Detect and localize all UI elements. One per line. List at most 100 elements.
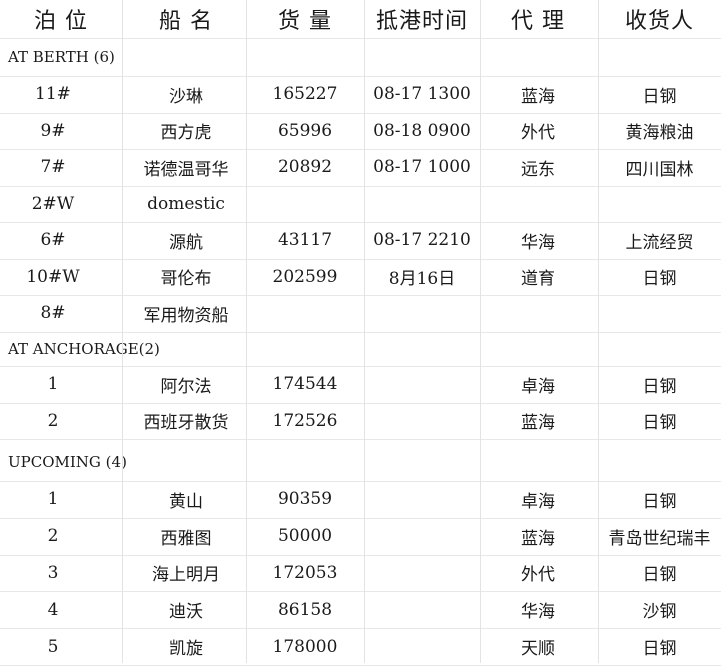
column-divider xyxy=(246,0,247,663)
cell-vessel: 凯旋 xyxy=(169,639,203,660)
row-divider xyxy=(0,259,721,260)
cell-vessel: 黄山 xyxy=(169,491,203,512)
row-divider xyxy=(0,628,721,629)
cell-eta: 08-17 1300 xyxy=(373,84,471,105)
header-row: 泊 位 船 名 货 量 抵港时间 代 理 收货人 xyxy=(0,0,721,38)
cell-vessel: 西班牙散货 xyxy=(143,413,229,434)
cell-vessel: 诺德温哥华 xyxy=(143,159,229,180)
cell-agent: 蓝海 xyxy=(521,86,555,107)
cell-vessel: 迪沃 xyxy=(169,602,203,623)
cell-consignee: 日钢 xyxy=(642,565,677,586)
cell-agent: 外代 xyxy=(521,565,555,586)
cell-eta xyxy=(364,628,480,665)
cell-vessel: 军用物资船 xyxy=(143,305,229,326)
cell-berth: 9# xyxy=(40,120,66,141)
table-row: 7# 诺德温哥华 20892 08-17 1000 远东 四川国林 xyxy=(0,149,721,186)
header-vessel: 船 名 xyxy=(159,9,213,34)
cell-agent: 卓海 xyxy=(521,376,555,397)
table-row: 5 凯旋 178000 天顺 日钢 xyxy=(0,628,721,665)
cell-berth: 3 xyxy=(47,562,59,583)
cell-agent: 外代 xyxy=(521,123,555,144)
cell-cargo: 65996 xyxy=(277,120,333,141)
cell-consignee xyxy=(598,186,721,223)
cell-vessel: 源航 xyxy=(169,232,203,253)
cell-berth: 1 xyxy=(47,374,59,395)
cell-eta xyxy=(364,481,480,518)
section-title-row: AT BERTH (6) xyxy=(0,38,721,76)
cell-consignee: 日钢 xyxy=(642,491,677,512)
cell-vessel: 阿尔法 xyxy=(160,376,212,397)
cell-agent: 卓海 xyxy=(521,491,555,512)
cell-vessel: 西方虎 xyxy=(160,123,212,144)
cell-consignee: 沙钢 xyxy=(642,602,677,623)
cell-agent xyxy=(480,186,596,223)
cell-agent: 远东 xyxy=(521,159,555,180)
table-row: 2#W domestic xyxy=(0,186,721,223)
cell-consignee: 四川国林 xyxy=(625,159,694,180)
table-row: 10#W 哥伦布 202599 8月16日 道育 日钢 xyxy=(0,259,721,296)
cell-cargo: 165227 xyxy=(272,84,338,105)
row-divider xyxy=(0,403,721,404)
table-row: 1 阿尔法 174544 卓海 日钢 xyxy=(0,366,721,403)
cell-eta: 08-18 0900 xyxy=(373,120,471,141)
table-row: 4 迪沃 86158 华海 沙钢 xyxy=(0,591,721,628)
row-divider xyxy=(0,38,721,39)
row-divider xyxy=(0,518,721,519)
section-title-row: UPCOMING (4) xyxy=(0,443,721,481)
column-divider xyxy=(364,0,365,663)
cell-cargo xyxy=(246,295,364,332)
cell-cargo: 20892 xyxy=(277,157,333,178)
cell-agent: 蓝海 xyxy=(521,413,555,434)
cell-consignee xyxy=(598,295,721,332)
header-consignee: 收货人 xyxy=(624,9,694,34)
cell-agent: 天顺 xyxy=(521,639,555,660)
section-title: AT ANCHORAGE(2) xyxy=(8,340,160,358)
cell-eta xyxy=(364,366,480,403)
cell-berth: 1 xyxy=(47,489,59,510)
cell-cargo xyxy=(246,186,364,223)
cell-cargo: 86158 xyxy=(277,599,333,620)
cell-agent: 蓝海 xyxy=(521,528,555,549)
row-divider xyxy=(0,332,721,333)
cell-consignee: 日钢 xyxy=(642,639,677,660)
cell-berth: 2 xyxy=(47,410,59,431)
section-title: UPCOMING (4) xyxy=(8,453,127,471)
cell-berth: 10#W xyxy=(26,266,80,287)
cell-cargo: 172526 xyxy=(272,410,338,431)
row-divider xyxy=(0,222,721,223)
row-divider xyxy=(0,149,721,150)
cell-berth: 6# xyxy=(40,230,66,251)
cell-berth: 4 xyxy=(47,599,59,620)
cell-agent xyxy=(480,295,596,332)
header-eta: 抵港时间 xyxy=(375,9,468,34)
table-row: 3 海上明月 172053 外代 日钢 xyxy=(0,555,721,592)
section-title: AT BERTH (6) xyxy=(8,48,115,66)
cell-agent: 华海 xyxy=(521,232,555,253)
column-divider xyxy=(480,0,481,663)
cell-cargo: 174544 xyxy=(272,374,338,395)
cell-vessel: 海上明月 xyxy=(152,565,220,586)
row-divider xyxy=(0,76,721,77)
cell-berth: 11# xyxy=(35,84,71,105)
section-title-row: AT ANCHORAGE(2) xyxy=(0,332,721,366)
cell-vessel: 哥伦布 xyxy=(160,269,212,290)
cell-eta xyxy=(364,591,480,628)
cell-cargo: 202599 xyxy=(272,266,338,287)
table-row: 1 黄山 90359 卓海 日钢 xyxy=(0,481,721,518)
table-row: 2 西雅图 50000 蓝海 青岛世纪瑞丰 xyxy=(0,518,721,555)
cell-vessel: domestic xyxy=(147,193,225,214)
row-divider xyxy=(0,295,721,296)
cell-eta: 08-17 1000 xyxy=(373,157,471,178)
cell-eta xyxy=(364,295,480,332)
cell-berth: 2#W xyxy=(31,193,75,214)
cell-consignee: 黄海粮油 xyxy=(625,123,694,144)
cell-cargo: 90359 xyxy=(277,489,333,510)
cell-cargo: 178000 xyxy=(272,636,338,657)
cell-cargo: 50000 xyxy=(277,526,333,547)
cell-cargo: 172053 xyxy=(272,562,338,583)
table-row: 8# 军用物资船 xyxy=(0,295,721,332)
cell-consignee: 日钢 xyxy=(642,376,677,397)
cell-agent: 道育 xyxy=(521,269,555,290)
header-cargo: 货 量 xyxy=(278,9,332,34)
cell-berth: 5 xyxy=(47,636,59,657)
